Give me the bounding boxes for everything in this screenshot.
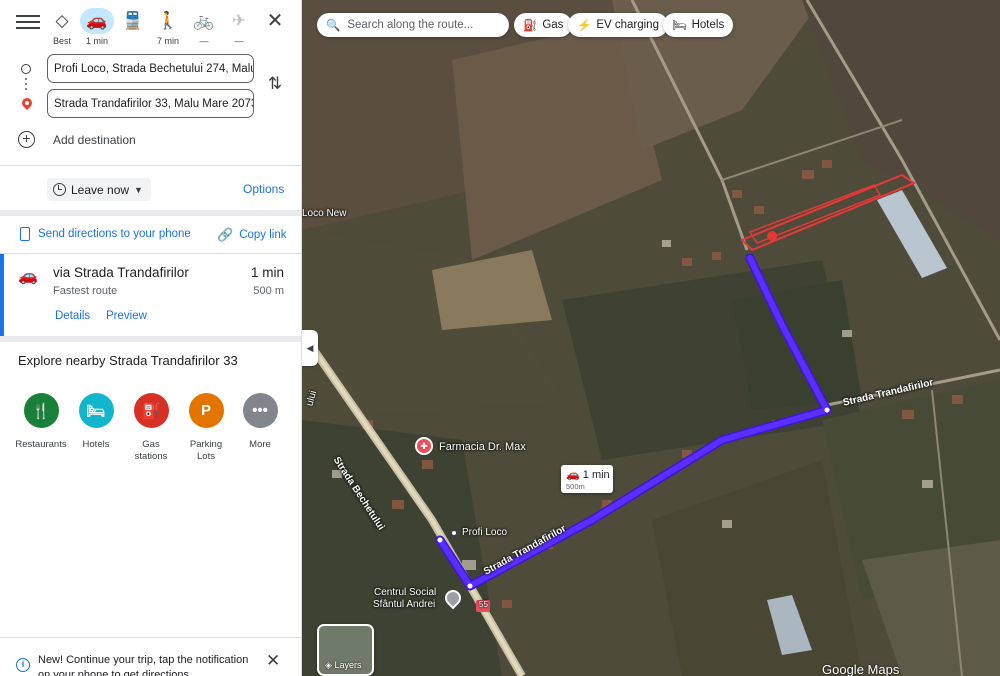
chip-ev-charging[interactable]: ⚡ EV charging [568, 13, 668, 37]
train-icon: 🚆 [122, 11, 144, 30]
divider [0, 165, 301, 166]
search-along-route-input[interactable]: 🔍 Search along the route... [317, 13, 509, 37]
mode-driving[interactable]: 🚗 1 min [80, 8, 114, 46]
diamond-directions-icon: ◇ [55, 11, 69, 30]
more-icon: ••• [242, 393, 278, 428]
google-maps-logo: Google Maps [822, 662, 900, 676]
layers-icon: ◈ [325, 660, 332, 670]
notification-banner: i New! Continue your trip, tap the notif… [0, 637, 301, 676]
car-icon: 🚗 [566, 469, 580, 481]
route-distance: 500 m [253, 285, 284, 297]
parking-icon: P [188, 393, 224, 428]
destination-input[interactable]: Strada Trandafirilor 33, Malu Mare 20736 [47, 89, 254, 118]
car-icon: 🚗 [80, 8, 114, 34]
map-label-sfantul-andrei[interactable]: Sfântul Andrei [373, 599, 435, 610]
travel-mode-bar: ◇ Best 🚗 1 min 🚆 🚶 7 min 🚲 — ✈ — ✕ [0, 0, 301, 50]
leave-now-dropdown[interactable]: Leave now ▼ [47, 178, 151, 201]
section-divider [0, 336, 301, 342]
search-icon: 🔍 [326, 20, 341, 32]
close-icon[interactable]: ✕ [266, 651, 280, 671]
pharmacy-pin-icon[interactable]: ✚ [415, 437, 433, 455]
route-option-card[interactable]: 🚗 via Strada Trandafirilor 1 min Fastest… [0, 254, 301, 336]
add-destination-button[interactable]: Add destination [53, 133, 136, 147]
route-duration: 1 min [250, 265, 284, 280]
menu-icon[interactable] [16, 12, 40, 32]
link-icon: 🔗 [217, 227, 234, 242]
map-label-profi-loco[interactable]: Profi Loco [462, 527, 507, 538]
road-shield-55: 55 [479, 600, 488, 609]
fork-knife-icon: 🍴 [23, 393, 59, 428]
bike-icon: 🚲 [193, 11, 215, 30]
phone-icon [20, 227, 30, 241]
category-parking-lots[interactable]: P Parking Lots [176, 393, 236, 463]
collapse-panel-button[interactable]: ◀ [302, 330, 318, 366]
copy-link-button[interactable]: 🔗 Copy link [217, 227, 287, 243]
category-gas-stations[interactable]: ⛽ Gas stations [121, 393, 181, 463]
layers-button[interactable]: ◈ Layers [317, 624, 374, 676]
origin-marker[interactable] [450, 529, 458, 537]
mode-flight[interactable]: ✈ — [222, 8, 256, 46]
copy-link-label: Copy link [239, 229, 287, 241]
send-to-phone-label: Send directions to your phone [38, 228, 191, 240]
map-label-loco-new: Loco New [302, 208, 347, 219]
ev-charging-icon: ⚡ [577, 20, 592, 32]
bed-icon: 🛏 [78, 393, 114, 428]
preview-button[interactable]: Preview [106, 310, 147, 322]
route-dots-icon [25, 78, 27, 92]
gas-pump-icon: ⛽ [523, 20, 538, 32]
details-button[interactable]: Details [55, 310, 90, 322]
chevron-down-icon: ▼ [134, 184, 143, 195]
origin-input[interactable]: Profi Loco, Strada Bechetului 274, Malu … [47, 54, 254, 83]
section-divider [0, 210, 301, 216]
origin-circle-icon [21, 64, 31, 74]
airplane-icon: ✈ [231, 11, 247, 30]
mode-walking[interactable]: 🚶 7 min [151, 8, 185, 46]
chip-gas[interactable]: ⛽ Gas [514, 13, 573, 37]
options-button[interactable]: Options [243, 182, 284, 196]
close-icon[interactable]: ✕ [266, 10, 284, 32]
category-restaurants[interactable]: 🍴 Restaurants [11, 393, 71, 451]
chip-hotels[interactable]: 🛏 Hotels [663, 13, 734, 37]
search-placeholder: Search along the route... [347, 19, 474, 31]
explore-nearby-title: Explore nearby Strada Trandafirilor 33 [18, 353, 238, 368]
send-to-phone-button[interactable]: Send directions to your phone [20, 227, 191, 241]
clock-icon [53, 183, 66, 196]
mode-cycling[interactable]: 🚲 — [187, 8, 221, 46]
notification-text: New! Continue your trip, tap the notific… [38, 654, 249, 676]
directions-panel: ◇ Best 🚗 1 min 🚆 🚶 7 min 🚲 — ✈ — ✕ Profi… [0, 0, 302, 676]
leave-now-label: Leave now [71, 182, 130, 197]
info-icon: i [16, 658, 30, 672]
car-icon: 🚗 [18, 268, 38, 285]
swap-icon[interactable]: ⇅ [265, 74, 285, 96]
mode-transit[interactable]: 🚆 [116, 8, 150, 36]
category-hotels[interactable]: 🛏 Hotels [66, 393, 126, 451]
mode-best[interactable]: ◇ Best [45, 8, 79, 46]
destination-pin-icon [21, 98, 33, 112]
map-canvas[interactable]: 🔍 Search along the route... ⛽ Gas ⚡ EV c… [302, 0, 1000, 676]
add-destination-icon[interactable]: + [18, 131, 35, 148]
route-subtitle: Fastest route [53, 285, 118, 297]
category-more[interactable]: ••• More [230, 393, 290, 451]
gas-pump-icon: ⛽ [133, 393, 169, 428]
satellite-imagery [302, 0, 1000, 676]
route-duration-tooltip[interactable]: 🚗 1 min 500m [561, 465, 613, 493]
bed-icon: 🛏 [672, 20, 687, 32]
walk-icon: 🚶 [157, 11, 179, 30]
map-label-farmacia[interactable]: Farmacia Dr. Max [439, 441, 526, 453]
map-label-centrul-social[interactable]: Centrul Social [374, 587, 436, 598]
route-via: via Strada Trandafirilor [53, 265, 189, 280]
